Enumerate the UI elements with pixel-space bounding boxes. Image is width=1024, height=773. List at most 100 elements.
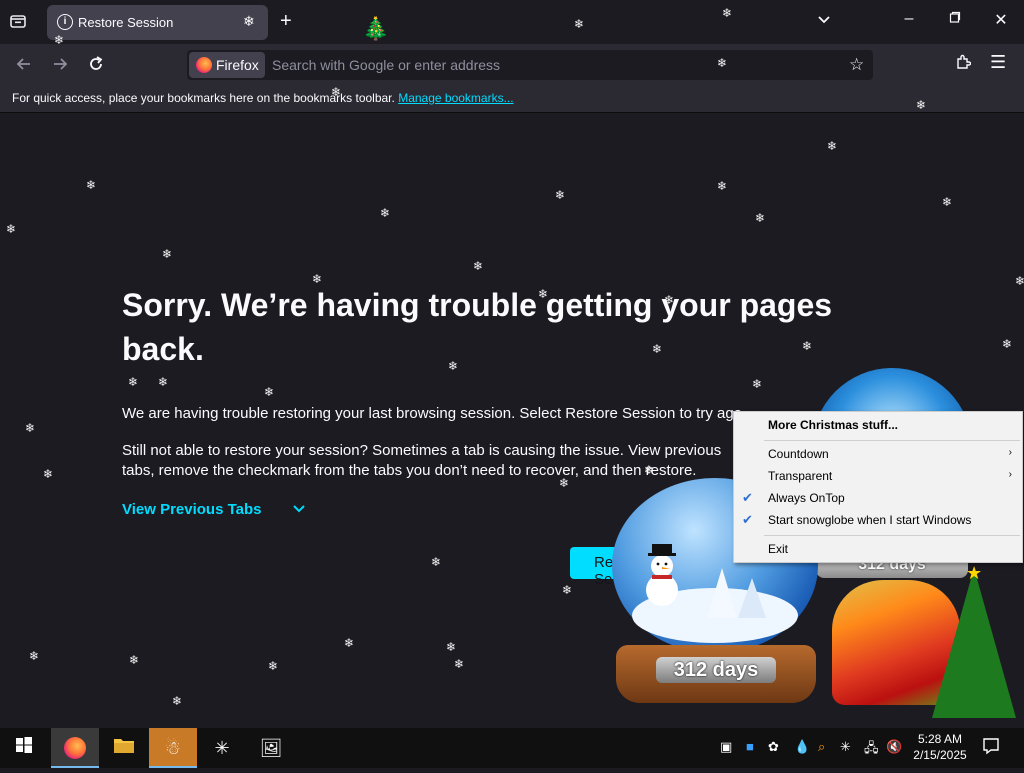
menu-item-transparent[interactable]: Transparent › — [734, 466, 1022, 488]
snowflake-icon: ❄ — [54, 33, 65, 47]
menu-item-label: More Christmas stuff... — [768, 418, 899, 432]
tab-title: Restore Session — [78, 15, 174, 30]
snowglobe-days-label-1: 312 days — [656, 657, 776, 683]
message-paragraph-1: We are having trouble restoring your las… — [122, 405, 742, 422]
snowflake-icon: ❄ — [380, 206, 391, 220]
extensions-icon[interactable] — [955, 54, 972, 75]
snowglobe-app-icon: ☃ — [164, 738, 182, 758]
identity-label: Firefox — [216, 57, 259, 73]
snowflake-icon: ❄ — [652, 342, 663, 356]
snowflake-icon: ❄ — [331, 85, 342, 99]
snowflake-icon: ❄ — [755, 211, 766, 225]
snowflake-icon: ❄ — [25, 421, 36, 435]
navigation-toolbar: Firefox ☆ ☰ — [0, 44, 1024, 86]
checkmark-icon: ✔ — [742, 512, 753, 527]
snowflake-icon: ❄ — [162, 247, 173, 261]
star-icon[interactable]: ☆ — [849, 55, 864, 75]
tray-square-icon[interactable]: ■ — [746, 739, 754, 754]
tab-list-icon[interactable] — [9, 12, 29, 32]
snowflake-icon: ❄ — [86, 178, 97, 192]
snowglobe-1-base: 312 days — [616, 645, 816, 703]
view-previous-tabs-button[interactable]: View Previous Tabs — [122, 501, 306, 518]
url-input[interactable] — [272, 50, 832, 80]
taskbar-snowglobe[interactable]: ☃ — [149, 728, 197, 768]
menu-icon[interactable]: ☰ — [990, 52, 1006, 73]
url-bar[interactable]: Firefox ☆ — [187, 50, 873, 80]
snowflake-icon: ❄ — [43, 467, 54, 481]
snowflake-icon: ❄ — [752, 377, 763, 391]
file-explorer-icon[interactable] — [100, 728, 148, 768]
globe-trees-icon — [707, 568, 766, 618]
plus-icon[interactable]: + — [280, 10, 292, 33]
snowflake-icon: ❄ — [128, 375, 139, 389]
snowflake-icon[interactable]: ❄ — [243, 13, 255, 30]
menu-item-countdown[interactable]: Countdown › — [734, 444, 1022, 466]
close-icon[interactable]: ✕ — [986, 10, 1016, 30]
tray-app-icon[interactable]: ▣ — [720, 739, 732, 755]
menu-item-exit[interactable]: Exit — [734, 539, 1022, 561]
chevron-down-icon — [292, 501, 306, 518]
tray-color-icon[interactable]: ✿ — [768, 739, 779, 755]
snowflake-icon: ❄ — [562, 583, 573, 597]
snowflake-icon: ❄ — [29, 649, 40, 663]
taskbar-app-pictures[interactable]: 🖼 — [247, 728, 295, 768]
christmas-tree-icon: 🎄 — [362, 16, 390, 41]
tray-asterisk-icon[interactable]: ✳ — [840, 739, 851, 755]
pictures-app-icon: 🖼 — [259, 738, 283, 758]
menu-item-label: Countdown — [768, 447, 829, 461]
snowflake-icon: ❄ — [802, 339, 813, 353]
firefox-icon — [64, 737, 86, 759]
bookmarks-toolbar: For quick access, place your bookmarks h… — [0, 86, 1024, 113]
asterisk-app-icon: ✳ — [214, 738, 230, 758]
notification-icon[interactable] — [982, 737, 1000, 760]
snowflake-icon: ❄ — [827, 139, 838, 153]
snowflake-icon: ❄ — [1015, 274, 1024, 288]
minimize-icon[interactable]: – — [894, 10, 924, 28]
windows-start-icon[interactable] — [0, 728, 48, 768]
maximize-icon[interactable] — [940, 10, 970, 28]
snowflake-icon: ❄ — [555, 188, 566, 202]
snowflake-icon: ❄ — [722, 6, 733, 20]
menu-item-start-with-windows[interactable]: ✔ Start snowglobe when I start Windows — [734, 510, 1022, 532]
menu-item-label: Start snowglobe when I start Windows — [768, 513, 972, 527]
clock-time: 5:28 AM — [917, 732, 963, 746]
snowflake-icon: ❄ — [264, 385, 275, 399]
menu-item-always-ontop[interactable]: ✔ Always OnTop — [734, 488, 1022, 510]
submenu-arrow-icon: › — [1008, 469, 1012, 480]
tray-drop-icon[interactable]: 💧 — [794, 739, 810, 755]
christmas-tree-decoration — [932, 568, 1016, 718]
menu-item-label: Transparent — [768, 469, 833, 483]
firefox-icon — [196, 57, 212, 73]
back-icon[interactable] — [15, 55, 33, 78]
manage-bookmarks-link[interactable]: Manage bookmarks... — [398, 91, 513, 105]
menu-item-more-christmas[interactable]: More Christmas stuff... — [734, 415, 1022, 437]
chevron-down-icon[interactable] — [817, 12, 831, 28]
identity-box[interactable]: Firefox — [189, 52, 265, 78]
snowflake-icon: ❄ — [717, 56, 728, 70]
taskbar-app-star[interactable]: ✳ — [198, 728, 246, 768]
snowflake-icon: ❄ — [312, 272, 323, 286]
reload-icon[interactable] — [87, 55, 105, 78]
submenu-arrow-icon: › — [1008, 447, 1012, 458]
snowflake-icon: ❄ — [942, 195, 953, 209]
tray-search-icon[interactable]: ⌕ — [818, 739, 825, 755]
forward-icon[interactable] — [51, 55, 69, 78]
volume-muted-icon[interactable]: 🔇 — [886, 739, 902, 755]
tab-restore-session[interactable]: i Restore Session ❄ — [47, 5, 268, 40]
menu-separator — [764, 440, 1020, 441]
snowflake-icon: ❄ — [268, 659, 279, 673]
system-clock[interactable]: 5:28 AM 2/15/2025 — [904, 731, 976, 763]
snowflake-icon: ❄ — [644, 463, 655, 477]
snowflake-icon: ❄ — [538, 287, 549, 301]
snowflake-icon: ❄ — [717, 179, 728, 193]
clock-date: 2/15/2025 — [913, 748, 967, 762]
snowflake-icon: ❄ — [559, 476, 570, 490]
view-previous-tabs-label: View Previous Tabs — [122, 501, 262, 518]
snowflake-icon: ❄ — [473, 259, 484, 273]
snowman-icon — [646, 544, 678, 606]
tree-star-icon: ★ — [966, 563, 983, 583]
page-title: Sorry. We’re having trouble getting your… — [122, 287, 833, 367]
network-icon[interactable]: 🖧 — [864, 739, 879, 761]
taskbar-firefox[interactable] — [51, 728, 99, 768]
snowflake-icon: ❄ — [574, 17, 585, 31]
